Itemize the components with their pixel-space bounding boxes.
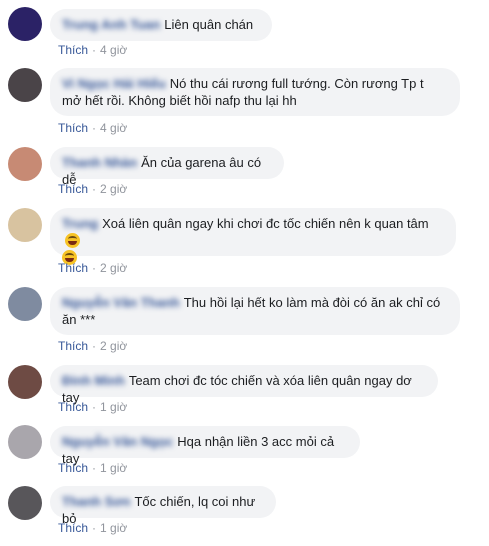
like-link[interactable]: Thích — [58, 43, 88, 57]
separator-dot: · — [92, 461, 97, 475]
comment-meta: Thích · 1 giờ — [58, 461, 127, 475]
comment-bubble: Thanh Sơn Tốc chiến, lq coi như bỏ — [50, 486, 276, 526]
separator-dot: · — [92, 121, 97, 135]
comment-author[interactable]: Thanh Sơn — [62, 494, 130, 509]
separator-dot: · — [92, 182, 97, 196]
comment-bubble: Trung Xoá liên quân ngay khi chơi đc tốc … — [50, 208, 456, 265]
avatar[interactable] — [8, 7, 42, 41]
comment-text: Thu hồi lại hết ko làm mà đòi có ăn ak c… — [183, 295, 441, 310]
separator-dot: · — [92, 43, 97, 57]
avatar[interactable] — [8, 208, 42, 242]
comment-time[interactable]: 4 giờ — [100, 121, 127, 135]
comment-author[interactable]: Trung Anh Tuan — [62, 17, 160, 32]
avatar[interactable] — [8, 68, 42, 102]
comment-bubble: Nguyễn Văn Ngọc Hqa nhận liền 3 acc mỏi c… — [50, 426, 360, 466]
comment-author[interactable]: Thanh Nhàn — [62, 155, 137, 170]
comment-time[interactable]: 1 giờ — [100, 400, 127, 414]
comment-text: Liên quân chán — [164, 17, 254, 32]
like-link[interactable]: Thích — [58, 339, 88, 353]
avatar[interactable] — [8, 287, 42, 321]
comment-author[interactable]: Nguyễn Văn Ngọc — [62, 434, 173, 449]
comment-author[interactable]: Nguyễn Văn Thanh — [62, 295, 180, 310]
comment-meta: Thích · 2 giờ — [58, 339, 127, 353]
comment-meta: Thích · 1 giờ — [58, 521, 127, 535]
like-link[interactable]: Thích — [58, 182, 88, 196]
comment-time[interactable]: 1 giờ — [100, 461, 127, 475]
comment-time[interactable]: 2 giờ — [100, 339, 127, 353]
laughing-emoji-icon — [65, 233, 80, 248]
comment-text: Nó thu cái rương full tướng. Còn rương T… — [169, 76, 424, 91]
comment-author[interactable]: Đinh Minh — [62, 373, 125, 388]
comment-time[interactable]: 4 giờ — [100, 43, 127, 57]
comment-bubble: Vi Ngọc Hải Hiếu Nó thu cái rương full tư… — [50, 68, 460, 116]
comment-list: Trung Anh Tuan Liên quân chán Thích · 4 giờ… — [0, 0, 489, 546]
comment-time[interactable]: 1 giờ — [100, 521, 127, 535]
comment-meta: Thích · 2 giờ — [58, 261, 127, 275]
separator-dot: · — [92, 261, 97, 275]
comment-author[interactable]: Vi Ngọc Hải Hiếu — [62, 76, 166, 91]
comment-text: Xoá liên quân ngay khi chơi đc tốc chiến… — [102, 216, 429, 231]
comment-time[interactable]: 2 giờ — [100, 261, 127, 275]
comment-meta: Thích · 4 giờ — [58, 43, 127, 57]
comment-bubble: Nguyễn Văn Thanh Thu hồi lại hết ko làm m… — [50, 287, 460, 335]
comment-bubble: Thanh Nhàn Ăn của garena âu có dễ — [50, 147, 284, 187]
comment-time[interactable]: 2 giờ — [100, 182, 127, 196]
comment-author[interactable]: Trung — [62, 216, 98, 231]
like-link[interactable]: Thích — [58, 521, 88, 535]
avatar[interactable] — [8, 365, 42, 399]
comment-meta: Thích · 2 giờ — [58, 182, 127, 196]
like-link[interactable]: Thích — [58, 461, 88, 475]
avatar[interactable] — [8, 147, 42, 181]
comment-text-line2: mở hết rồi. Không biết hồi nafp thu lại … — [62, 93, 297, 108]
comment-meta: Thích · 4 giờ — [58, 121, 127, 135]
avatar[interactable] — [8, 486, 42, 520]
comment-bubble: Trung Anh Tuan Liên quân chán — [50, 9, 272, 41]
like-link[interactable]: Thích — [58, 261, 88, 275]
like-link[interactable]: Thích — [58, 400, 88, 414]
like-link[interactable]: Thích — [58, 121, 88, 135]
comment-bubble: Đinh Minh Team chơi đc tóc chiến và xóa l… — [50, 365, 438, 405]
comment-text-line2: ăn *** — [62, 312, 96, 327]
separator-dot: · — [92, 400, 97, 414]
separator-dot: · — [92, 521, 97, 535]
avatar[interactable] — [8, 425, 42, 459]
comment-meta: Thích · 1 giờ — [58, 400, 127, 414]
separator-dot: · — [92, 339, 97, 353]
